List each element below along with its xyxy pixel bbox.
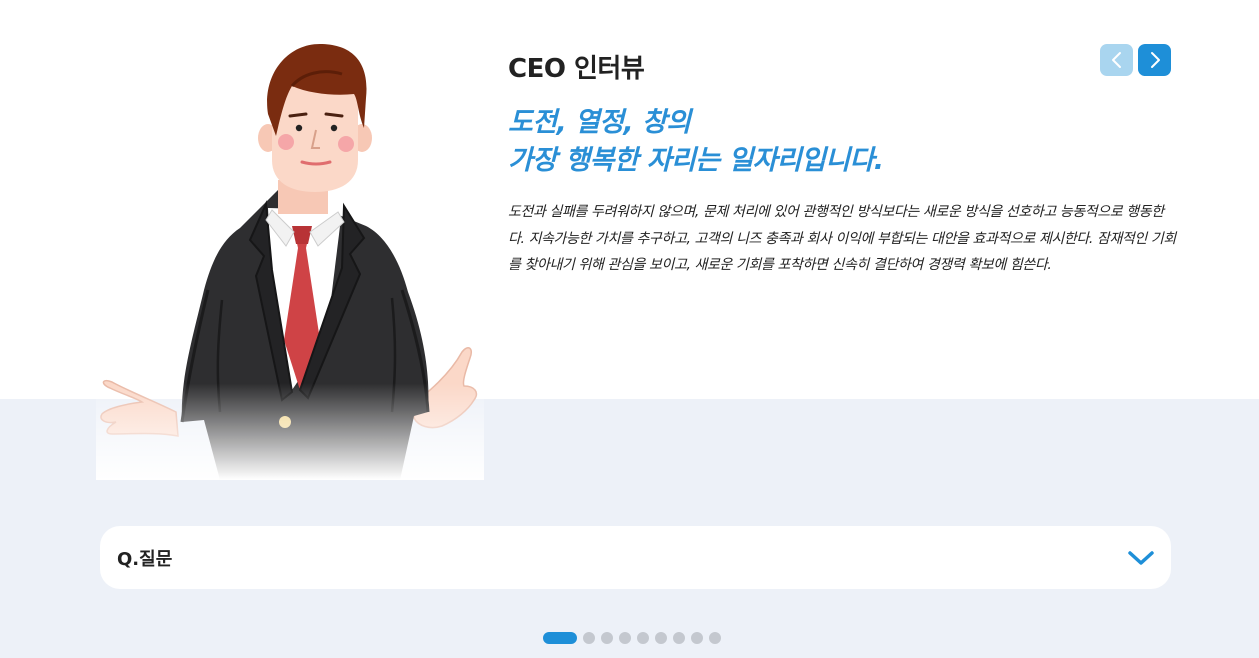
pagination-dot[interactable] bbox=[601, 631, 613, 644]
pagination-dot[interactable] bbox=[691, 631, 703, 644]
chevron-right-icon bbox=[1150, 52, 1160, 68]
chevron-left-icon bbox=[1111, 52, 1121, 68]
next-slide-button[interactable] bbox=[1138, 44, 1171, 76]
pagination-dot-active[interactable] bbox=[543, 631, 577, 644]
pagination-dots bbox=[543, 631, 721, 644]
ceo-character-illustration bbox=[96, 40, 484, 480]
faq-question-label: Q.질문 bbox=[117, 548, 173, 570]
page-title: CEO 인터뷰 bbox=[508, 54, 645, 84]
pagination-dot[interactable] bbox=[637, 631, 649, 644]
headline-line-1: 도전, 열정, 창의 bbox=[508, 107, 691, 138]
pagination-dot[interactable] bbox=[583, 631, 595, 644]
pagination-dot[interactable] bbox=[619, 631, 631, 644]
faq-accordion[interactable]: Q.질문 bbox=[100, 526, 1171, 589]
headline-line-2: 가장 행복한 자리는 일자리입니다. bbox=[508, 145, 884, 176]
chevron-down-icon bbox=[1128, 550, 1154, 565]
pagination-dot[interactable] bbox=[673, 631, 685, 644]
pagination-dot[interactable] bbox=[709, 631, 721, 644]
interview-body-text: 도전과 실패를 두려워하지 않으며, 문제 처리에 있어 관행적인 방식보다는 … bbox=[508, 204, 1176, 273]
pagination-dot[interactable] bbox=[655, 631, 667, 644]
interview-headline: 도전, 열정, 창의 가장 행복한 자리는 일자리입니다. bbox=[508, 104, 884, 180]
prev-slide-button[interactable] bbox=[1100, 44, 1133, 76]
